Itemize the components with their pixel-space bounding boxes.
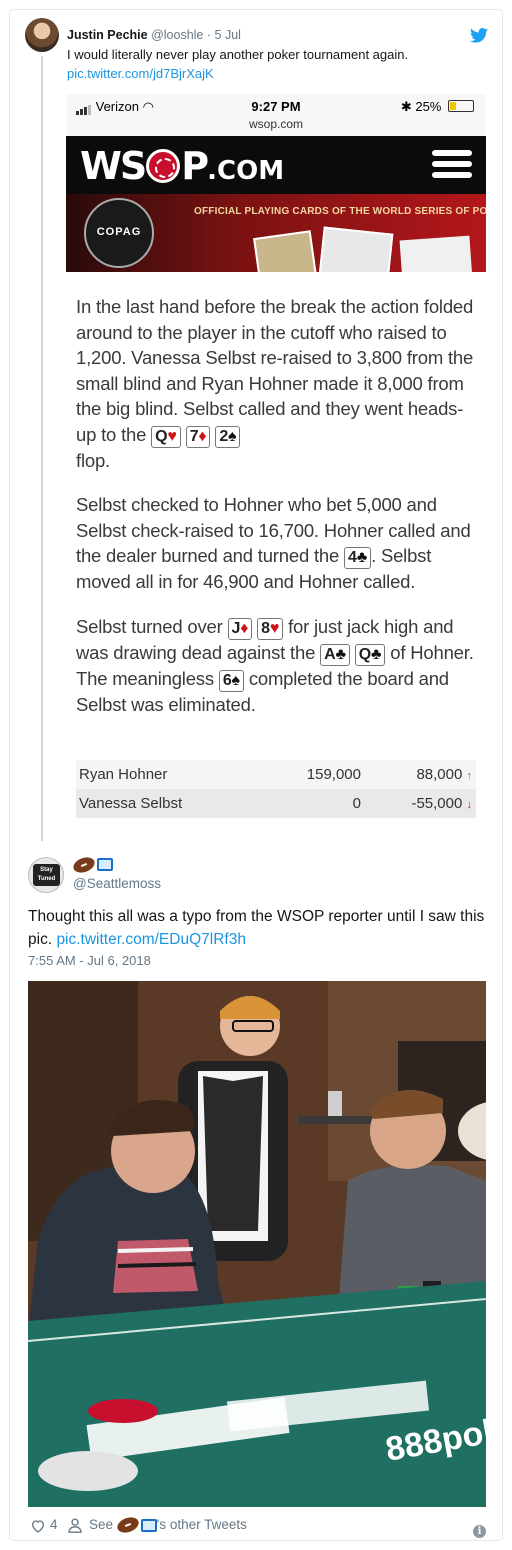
parent-author-name[interactable]: Justin Pechie [67,28,148,42]
television-icon [140,1518,157,1532]
info-icon[interactable]: i [473,1525,486,1538]
paragraph-2: Selbst checked to Hohner who bet 5,000 a… [76,492,481,595]
card-suit-icon: ♥ [167,427,177,445]
tweet-timestamp[interactable]: 7:55 AM - Jul 6, 2018 [28,953,151,968]
parent-tweet-text: I would literally never play another pok… [67,47,409,62]
chip-count: 159,000 [306,766,361,783]
person-icon [68,1518,82,1533]
chip-delta: 88,000 ↑ [416,766,473,783]
logo-text-p: P [181,144,209,188]
playing-card: 6♠ [218,669,244,692]
card-suit-icon: ♦ [240,619,249,637]
hohner-hole-cards: A♣ Q♣ [320,642,386,666]
parent-pic-link[interactable]: pic.twitter.com/jd7BjrXajK [67,66,214,81]
playing-card: A♣ [320,643,350,666]
football-icon [71,854,97,876]
table-row: Ryan Hohner 159,000 88,000 ↑ [76,760,476,789]
playing-card: 4♣ [344,547,372,569]
wsop-logo: WS P.COM [80,144,284,193]
television-icon [97,858,113,872]
playing-card: J♦ [227,617,253,640]
chip-delta: -55,000 ↓ [411,795,473,812]
flop-cards: Q♥ 7♦ 2♠ [151,424,241,448]
copag-banner: COPAG OFFICIAL PLAYING CARDS OF THE WORL… [66,194,486,272]
turn-card: 4♣ [344,545,372,569]
paragraph-text: Selbst turned over [76,615,223,637]
parent-header: Justin Pechie @looshle · 5 Jul [67,28,241,42]
chip-count: 0 [352,795,361,812]
reply-pic-link[interactable]: pic.twitter.com/EDuQ7lRf3h [56,931,246,948]
avatar-logo: Stay Tuned [33,864,60,886]
playing-card-image [253,230,317,272]
card-suit-icon: ♠ [231,671,241,689]
separator-dot: · [206,28,212,42]
battery-percent: 25% [415,99,442,114]
like-count[interactable]: 4 [50,1517,58,1532]
poker-chip-icon [146,149,181,183]
paragraph-text: In the last hand before the break the ac… [76,296,474,445]
phone-url: wsop.com [248,117,304,131]
poker-table-photo: 888poker [28,981,486,1507]
embedded-screenshot[interactable]: Verizon ◠ 9:27 PM wsop.com ✱ 25% WS P.COM… [66,94,486,834]
card-suit-icon: ♠ [228,427,237,445]
reply-author-avatar[interactable]: Stay Tuned [28,857,64,893]
card-suit-icon: ♦ [198,427,207,445]
reply-tweet-text: Thought this all was a typo from the WSO… [28,905,488,951]
card-suit-icon: ♣ [335,645,347,663]
paragraph-text: flop. [76,449,110,471]
hand-report: In the last hand before the break the ac… [76,294,481,736]
parent-date[interactable]: 5 Jul [215,28,241,42]
logo-text-com: .COM [207,156,285,186]
table-row: Vanessa Selbst 0 -55,000 ↓ [76,789,476,818]
see-suffix: 's other Tweets [156,1517,247,1532]
playing-card: 2♠ [215,425,241,448]
see-prefix: See [89,1517,114,1532]
tweet-photo[interactable]: 888poker [28,981,486,1507]
river-card: 6♠ [218,668,244,692]
see-other-tweets-link[interactable]: See 's other Tweets [89,1515,247,1536]
phone-status-bar: Verizon ◠ 9:27 PM wsop.com ✱ 25% [66,94,486,136]
arrow-up-icon: ↑ [466,770,473,782]
twitter-bird-icon[interactable] [470,28,488,43]
copag-logo: COPAG [84,198,154,268]
card-suit-icon: ♣ [356,549,368,566]
hamburger-menu-icon[interactable] [432,150,472,180]
paragraph-3: Selbst turned over J♦ 8♥ for just jack h… [76,614,481,718]
battery-status: ✱ 25% [401,99,474,115]
parent-avatar[interactable] [25,18,59,52]
paragraph-1: In the last hand before the break the ac… [76,294,481,473]
selbst-hole-cards: J♦ 8♥ [227,616,284,640]
card-suit-icon: ♥ [269,619,280,637]
card-suit-icon: ♣ [371,645,382,663]
playing-card: 8♥ [257,617,284,640]
arrow-down-icon: ↓ [466,799,473,811]
playing-card-image [318,226,394,272]
playing-card: Q♣ [354,643,386,666]
heart-icon[interactable] [30,1518,46,1534]
thread-line [41,56,43,841]
playing-card: Q♥ [151,425,181,448]
playing-card: 7♦ [185,425,211,448]
banner-text: OFFICIAL PLAYING CARDS OF THE WORLD SERI… [194,206,486,217]
bluetooth-icon: ✱ [400,99,412,114]
battery-icon [448,100,474,112]
playing-card-image [399,235,473,272]
reply-author-handle[interactable]: @Seattlemoss [73,876,161,891]
parent-author-handle[interactable]: @looshle [151,28,203,42]
wsop-header: WS P.COM [66,136,486,194]
player-name: Ryan Hohner [79,766,168,783]
logo-text-ws: WS [80,144,147,188]
reply-author-name[interactable] [71,854,113,876]
player-name: Vanessa Selbst [79,795,183,812]
chip-counts-table: Ryan Hohner 159,000 88,000 ↑ Vanessa Sel… [76,760,476,818]
